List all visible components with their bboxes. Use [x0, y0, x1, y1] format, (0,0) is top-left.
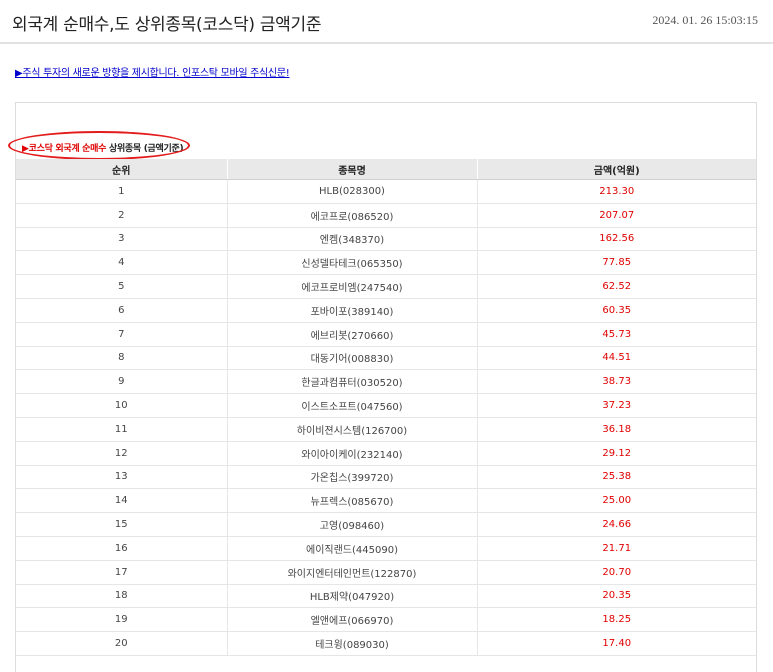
rank-cell: 3 — [16, 227, 227, 252]
stock-name-cell: HLB제약(047920) — [226, 584, 477, 609]
amount-cell: 17.40 — [476, 631, 756, 656]
stock-name-cell: 에코프로비엠(247540) — [226, 274, 477, 299]
table-row: 8 대동기어(008830) 44.51 — [16, 346, 756, 371]
header-name: 종목명 — [226, 159, 477, 180]
stock-name-cell: 한글과컴퓨터(030520) — [226, 369, 477, 395]
table-row: 7 에브리봇(270660) 45.73 — [16, 322, 756, 347]
table-row: 16 에이직랜드(445090) 21.71 — [16, 536, 756, 561]
amount-cell: 29.12 — [476, 441, 756, 466]
stock-name-cell: 엔켐(348370) — [226, 227, 477, 252]
amount-cell: 20.70 — [476, 560, 756, 585]
table-header-row: 순위 종목명 금액(억원) — [16, 159, 756, 180]
amount-cell: 25.38 — [476, 465, 756, 490]
stock-name-cell: 신성델타테크(065350) — [226, 250, 477, 276]
amount-cell: 77.85 — [476, 250, 756, 276]
table-row: 14 뉴프렉스(085670) 25.00 — [16, 488, 756, 514]
header-amount: 금액(억원) — [476, 159, 756, 180]
ranking-panel: ▶코스닥 외국계 순매수 상위종목 (금액기준) 순위 종목명 금액(억원) 1… — [8, 102, 757, 672]
table-row: 12 와이아이케이(232140) 29.12 — [16, 441, 756, 466]
amount-cell: 44.51 — [476, 346, 756, 371]
rank-cell: 11 — [16, 417, 227, 442]
amount-cell: 38.73 — [476, 369, 756, 395]
rank-cell: 10 — [16, 393, 227, 418]
rank-cell: 8 — [16, 346, 227, 371]
page-title: 외국계 순매수,도 상위종목(코스닥) 금액기준 — [12, 15, 322, 35]
annotation-oval — [8, 131, 190, 160]
rank-cell: 13 — [16, 465, 227, 490]
table-row: 9 한글과컴퓨터(030520) 38.73 — [16, 369, 756, 395]
amount-cell: 37.23 — [476, 393, 756, 418]
table-row: 17 와이지엔터테인먼트(122870) 20.70 — [16, 560, 756, 585]
rank-cell: 1 — [16, 179, 227, 204]
rank-cell: 19 — [16, 607, 227, 633]
rank-cell: 14 — [16, 488, 227, 514]
amount-cell: 162.56 — [476, 227, 756, 252]
table-row: 6 포바이포(389140) 60.35 — [16, 298, 756, 323]
rank-cell: 16 — [16, 536, 227, 561]
amount-cell: 60.35 — [476, 298, 756, 323]
table-row: 18 HLB제약(047920) 20.35 — [16, 584, 756, 609]
stock-name-cell: 와이아이케이(232140) — [226, 441, 477, 466]
page-header: 외국계 순매수,도 상위종목(코스닥) 금액기준 2024. 01. 26 15… — [0, 0, 773, 44]
stock-name-cell: 가온칩스(399720) — [226, 465, 477, 490]
amount-cell: 25.00 — [476, 488, 756, 514]
stock-name-cell: 엘앤에프(066970) — [226, 607, 477, 633]
promo-link[interactable]: ▶주식 투자의 새로운 방향을 제시합니다. 인포스탁 모바일 주식신문! — [15, 64, 290, 79]
rank-cell: 9 — [16, 369, 227, 395]
rank-cell: 5 — [16, 274, 227, 299]
table-row: 1 HLB(028300) 213.30 — [16, 179, 756, 204]
stock-name-cell: HLB(028300) — [226, 179, 477, 204]
table-row: 19 엘앤에프(066970) 18.25 — [16, 607, 756, 633]
amount-cell: 207.07 — [476, 203, 756, 228]
amount-cell: 62.52 — [476, 274, 756, 299]
stock-name-cell: 이스트소프트(047560) — [226, 393, 477, 418]
rank-cell: 12 — [16, 441, 227, 466]
table-row: 15 고영(098460) 24.66 — [16, 512, 756, 537]
rank-cell: 20 — [16, 631, 227, 656]
stock-name-cell: 에이직랜드(445090) — [226, 536, 477, 561]
stock-name-cell: 와이지엔터테인먼트(122870) — [226, 560, 477, 585]
stock-name-cell: 에브리봇(270660) — [226, 322, 477, 347]
rank-cell: 7 — [16, 322, 227, 347]
ranking-table: 순위 종목명 금액(억원) 1 HLB(028300) 213.30 2 에코프로(08… — [16, 159, 756, 656]
rank-cell: 17 — [16, 560, 227, 585]
timestamp: 2024. 01. 26 15:03:15 — [652, 13, 758, 27]
stock-name-cell: 고영(098460) — [226, 512, 477, 537]
rank-cell: 6 — [16, 298, 227, 323]
stock-name-cell: 뉴프렉스(085670) — [226, 488, 477, 514]
table-row: 3 엔켐(348370) 162.56 — [16, 227, 756, 252]
table-row: 13 가온칩스(399720) 25.38 — [16, 465, 756, 490]
rank-cell: 2 — [16, 203, 227, 228]
table-row: 4 신성델타테크(065350) 77.85 — [16, 250, 756, 276]
stock-name-cell: 테크윙(089030) — [226, 631, 477, 656]
table-row: 5 에코프로비엠(247540) 62.52 — [16, 274, 756, 299]
header-rank: 순위 — [16, 159, 227, 180]
rank-cell: 4 — [16, 250, 227, 276]
table-row: 20 테크윙(089030) 17.40 — [16, 631, 756, 656]
table-row: 11 하이비젼시스템(126700) 36.18 — [16, 417, 756, 442]
amount-cell: 36.18 — [476, 417, 756, 442]
rank-cell: 15 — [16, 512, 227, 537]
rank-cell: 18 — [16, 584, 227, 609]
stock-name-cell: 에코프로(086520) — [226, 203, 477, 228]
table-row: 2 에코프로(086520) 207.07 — [16, 203, 756, 228]
table-row: 10 이스트소프트(047560) 37.23 — [16, 393, 756, 418]
amount-cell: 24.66 — [476, 512, 756, 537]
stock-name-cell: 대동기어(008830) — [226, 346, 477, 371]
stock-name-cell: 포바이포(389140) — [226, 298, 477, 323]
stock-name-cell: 하이비젼시스템(126700) — [226, 417, 477, 442]
amount-cell: 18.25 — [476, 607, 756, 633]
amount-cell: 213.30 — [476, 179, 756, 204]
amount-cell: 20.35 — [476, 584, 756, 609]
amount-cell: 21.71 — [476, 536, 756, 561]
amount-cell: 45.73 — [476, 322, 756, 347]
